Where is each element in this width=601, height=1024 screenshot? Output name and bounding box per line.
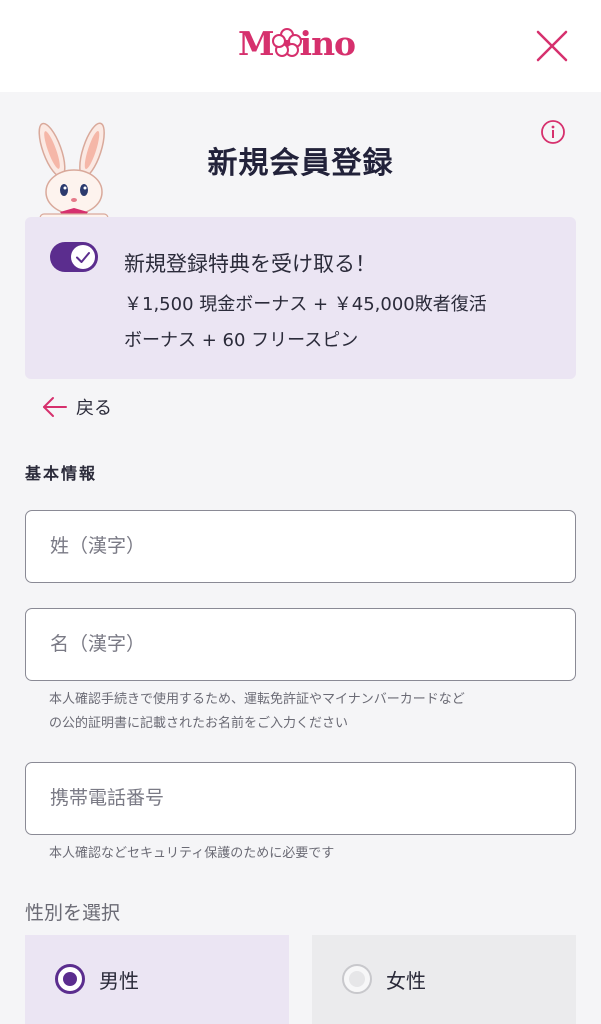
- last-name-field: [25, 510, 576, 583]
- registration-form: 新規会員登録 新規登録特典を受け取る！ ￥1,500 現金ボーナス + ￥45,…: [0, 92, 601, 1024]
- name-hint: 本人確認手続きで使用するため、運転免許証やマイナンバーカードなど の公的証明書に…: [49, 688, 559, 736]
- page-title: 新規会員登録: [207, 146, 394, 181]
- phone-field: [25, 762, 576, 835]
- gender-male-label: 男性: [99, 969, 139, 993]
- sakura-icon: [271, 27, 302, 66]
- bonus-toggle[interactable]: [50, 242, 98, 272]
- bonus-description-line: ボーナス + 60 フリースピン: [124, 330, 359, 351]
- close-button[interactable]: [534, 28, 570, 64]
- first-name-input[interactable]: [50, 609, 550, 679]
- close-icon: [536, 30, 568, 62]
- radio-checked-icon: [55, 964, 85, 994]
- gender-female-label: 女性: [386, 969, 426, 993]
- arrow-left-icon: [43, 397, 67, 417]
- phone-input[interactable]: [50, 763, 550, 833]
- top-bar: Mino: [0, 0, 601, 92]
- bonus-title: 新規登録特典を受け取る！: [124, 252, 376, 276]
- name-hint-line: 本人確認手続きで使用するため、運転免許証やマイナンバーカードなど: [49, 692, 465, 707]
- brand-logo[interactable]: Mino: [238, 24, 356, 66]
- toggle-knob: [71, 245, 95, 269]
- gender-label: 性別を選択: [25, 902, 121, 924]
- gender-option-male[interactable]: 男性: [25, 935, 289, 1024]
- name-hint-line: の公的証明書に記載されたお名前をご入力ください: [49, 716, 349, 731]
- bonus-description-line: ￥1,500 現金ボーナス + ￥45,000敗者復活: [124, 294, 487, 315]
- check-icon: [76, 252, 90, 263]
- last-name-input[interactable]: [50, 511, 550, 581]
- section-label: 基本情報: [25, 464, 98, 483]
- bonus-card: 新規登録特典を受け取る！ ￥1,500 現金ボーナス + ￥45,000敗者復活…: [25, 217, 576, 379]
- back-link[interactable]: 戻る: [42, 392, 112, 422]
- first-name-field: [25, 608, 576, 681]
- phone-hint: 本人確認などセキュリティ保護のために必要です: [49, 846, 335, 861]
- back-label: 戻る: [76, 398, 112, 419]
- gender-option-female[interactable]: 女性: [312, 935, 576, 1024]
- radio-unchecked-icon: [342, 964, 372, 994]
